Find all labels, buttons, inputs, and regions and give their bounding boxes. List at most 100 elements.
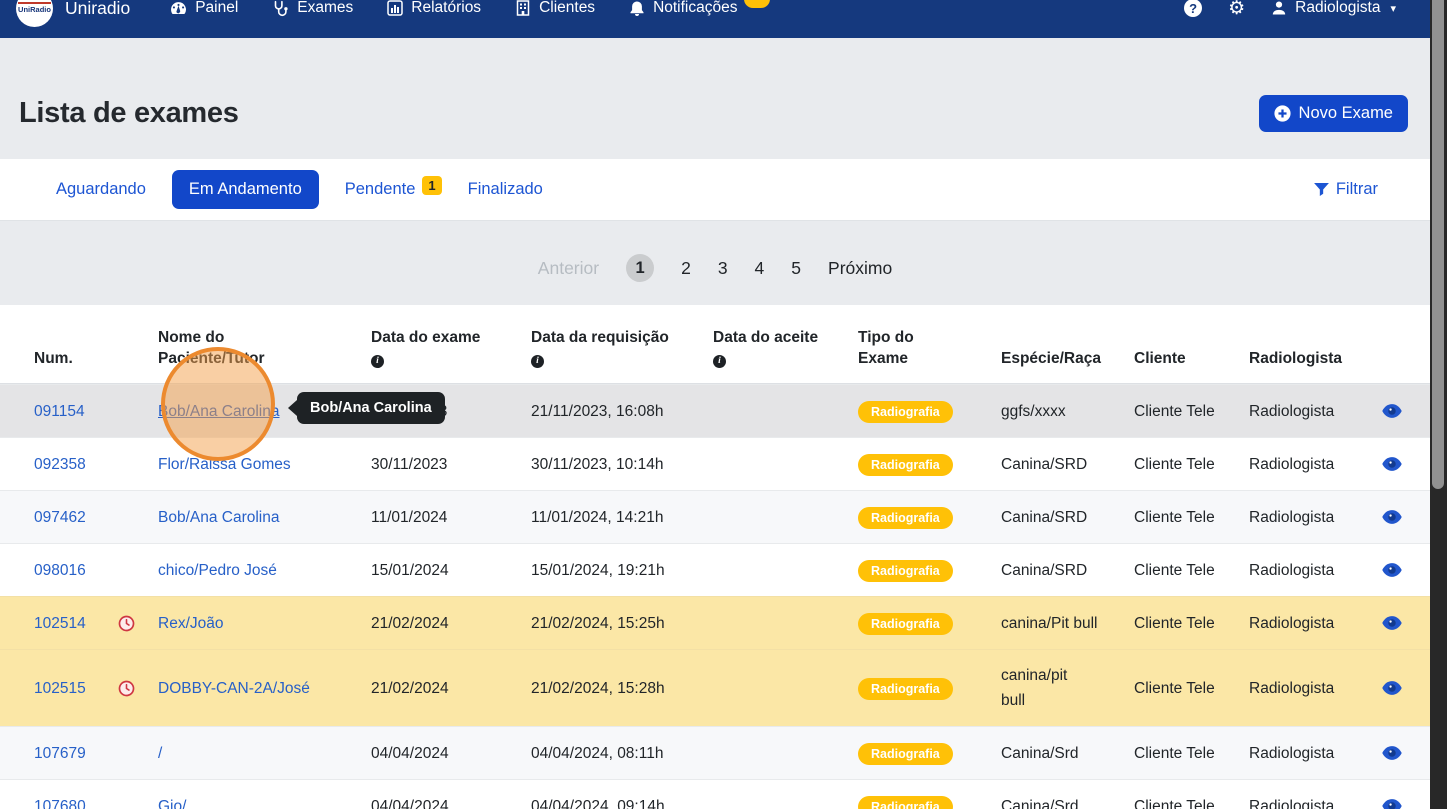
user-menu[interactable]: Radiologista ▾ xyxy=(1271,0,1396,17)
exam-number-link[interactable]: 092358 xyxy=(34,456,86,473)
col-header-exam-date: Data do exame i xyxy=(371,327,531,369)
exam-date: 21/02/2024 xyxy=(371,611,531,636)
pagination: Anterior 1 2 3 4 5 Próximo xyxy=(0,254,1430,282)
tab-em-andamento[interactable]: Em Andamento xyxy=(172,170,319,209)
exam-type-badge: Radiografia xyxy=(858,678,953,700)
radiologist: Radiologista xyxy=(1249,399,1380,424)
nav-label: Painel xyxy=(195,0,238,17)
patient-link[interactable]: Gio/ xyxy=(158,798,186,809)
table-row: 107679 / 04/04/2024 04/04/2024, 08:11h R… xyxy=(0,726,1430,779)
pagination-previous[interactable]: Anterior xyxy=(538,258,599,279)
pagination-page-2[interactable]: 2 xyxy=(681,258,691,279)
page-title: Lista de exames xyxy=(19,97,239,130)
exam-number-link[interactable]: 107680 xyxy=(34,798,86,809)
table-row: 091154 Bob/Ana Carolina 21/11/2023 21/11… xyxy=(0,384,1430,437)
gear-icon[interactable]: ⚙ xyxy=(1228,0,1245,18)
table-header: Num. Nome do Paciente/Tutor Data do exam… xyxy=(0,305,1430,384)
nav-item-relatorios[interactable]: Relatórios xyxy=(387,0,481,17)
exam-date: 15/01/2024 xyxy=(371,558,531,583)
exam-number-link[interactable]: 098016 xyxy=(34,562,86,579)
exam-number-link[interactable]: 097462 xyxy=(34,509,86,526)
species: canina/pit bull xyxy=(1001,663,1081,713)
exam-type-badge: Radiografia xyxy=(858,796,953,809)
view-exam-icon[interactable] xyxy=(1380,681,1430,695)
client: Cliente Tele xyxy=(1134,399,1249,424)
view-exam-icon[interactable] xyxy=(1380,457,1430,471)
scrollbar-thumb[interactable] xyxy=(1432,0,1444,489)
patient-link[interactable]: Bob/Ana Carolina xyxy=(158,509,280,526)
patient-link[interactable]: Rex/João xyxy=(158,615,223,632)
tab-aguardando[interactable]: Aguardando xyxy=(56,180,146,199)
request-date: 30/11/2023, 10:14h xyxy=(531,452,713,477)
nav-label: Exames xyxy=(297,0,353,17)
patient-link[interactable]: DOBBY-CAN-2A/José xyxy=(158,680,310,697)
exam-type-badge: Radiografia xyxy=(858,507,953,529)
info-icon[interactable]: i xyxy=(371,355,384,368)
user-icon xyxy=(1271,0,1287,16)
pagination-next[interactable]: Próximo xyxy=(828,258,892,279)
pagination-page-4[interactable]: 4 xyxy=(755,258,765,279)
exam-date: 21/02/2024 xyxy=(371,676,531,701)
view-exam-icon[interactable] xyxy=(1380,404,1430,418)
radiologist: Radiologista xyxy=(1249,611,1380,636)
exam-date: 04/04/2024 xyxy=(371,794,531,809)
col-header-name: Nome do Paciente/Tutor xyxy=(158,327,283,369)
exam-number-link[interactable]: 107679 xyxy=(34,745,86,762)
pagination-page-3[interactable]: 3 xyxy=(718,258,728,279)
col-header-exam-type: Tipo do Exame xyxy=(858,327,936,369)
nav-item-painel[interactable]: Painel xyxy=(170,0,238,17)
scrollbar-track[interactable] xyxy=(1430,0,1447,809)
nav-label: Notificações xyxy=(653,0,737,17)
filter-label: Filtrar xyxy=(1336,180,1378,199)
exam-type-badge: Radiografia xyxy=(858,613,953,635)
filter-button[interactable]: Filtrar xyxy=(1314,180,1378,199)
client: Cliente Tele xyxy=(1134,741,1249,766)
view-exam-icon[interactable] xyxy=(1380,510,1430,524)
exam-number-link[interactable]: 102515 xyxy=(34,680,86,697)
view-exam-icon[interactable] xyxy=(1380,563,1430,577)
client: Cliente Tele xyxy=(1134,558,1249,583)
caret-down-icon: ▾ xyxy=(1390,2,1396,15)
table-row: 098016 chico/Pedro José 15/01/2024 15/01… xyxy=(0,543,1430,596)
patient-link[interactable]: / xyxy=(158,745,162,762)
client: Cliente Tele xyxy=(1134,794,1249,809)
view-exam-icon[interactable] xyxy=(1380,799,1430,809)
patient-link[interactable]: chico/Pedro José xyxy=(158,562,277,579)
info-icon[interactable]: i xyxy=(531,355,544,368)
table-row: 107680 Gio/ 04/04/2024 04/04/2024, 09:14… xyxy=(0,779,1430,809)
patient-tooltip: Bob/Ana Carolina xyxy=(288,392,445,424)
top-navbar: UniRadio Uniradio Painel Exames Relatór xyxy=(0,0,1447,38)
tab-finalizado[interactable]: Finalizado xyxy=(468,180,543,199)
pagination-page-1[interactable]: 1 xyxy=(626,254,654,282)
building-icon xyxy=(515,0,531,16)
view-exam-icon[interactable] xyxy=(1380,616,1430,630)
patient-link[interactable]: Bob/Ana Carolina xyxy=(158,403,280,420)
new-exam-button[interactable]: Novo Exame xyxy=(1259,95,1408,132)
radiologist: Radiologista xyxy=(1249,452,1380,477)
tooltip-arrow xyxy=(288,400,297,416)
species: Canina/Srd xyxy=(1001,741,1134,766)
pagination-page-5[interactable]: 5 xyxy=(791,258,801,279)
exam-type-badge: Radiografia xyxy=(858,454,953,476)
bell-icon xyxy=(629,0,645,16)
exams-table: Num. Nome do Paciente/Tutor Data do exam… xyxy=(0,305,1430,809)
tab-pendente[interactable]: Pendente 1 xyxy=(345,180,442,199)
request-date: 11/01/2024, 14:21h xyxy=(531,505,713,530)
exam-number-link[interactable]: 102514 xyxy=(34,615,86,632)
info-icon[interactable]: i xyxy=(713,355,726,368)
brand-name[interactable]: Uniradio xyxy=(65,0,130,19)
uniradio-logo[interactable]: UniRadio xyxy=(16,0,53,27)
radiologist: Radiologista xyxy=(1249,741,1380,766)
nav-item-clientes[interactable]: Clientes xyxy=(515,0,595,17)
help-icon[interactable]: ? xyxy=(1184,0,1202,17)
nav-item-exames[interactable]: Exames xyxy=(272,0,353,17)
exam-number-link[interactable]: 091154 xyxy=(34,403,85,420)
view-exam-icon[interactable] xyxy=(1380,746,1430,760)
client: Cliente Tele xyxy=(1134,505,1249,530)
patient-link[interactable]: Flor/Raissa Gomes xyxy=(158,456,291,473)
funnel-icon xyxy=(1314,183,1329,196)
species: Canina/SRD xyxy=(1001,505,1134,530)
plus-circle-icon xyxy=(1274,105,1291,122)
nav-item-notificacoes[interactable]: Notificações xyxy=(629,0,737,17)
nav-label: Relatórios xyxy=(411,0,481,17)
